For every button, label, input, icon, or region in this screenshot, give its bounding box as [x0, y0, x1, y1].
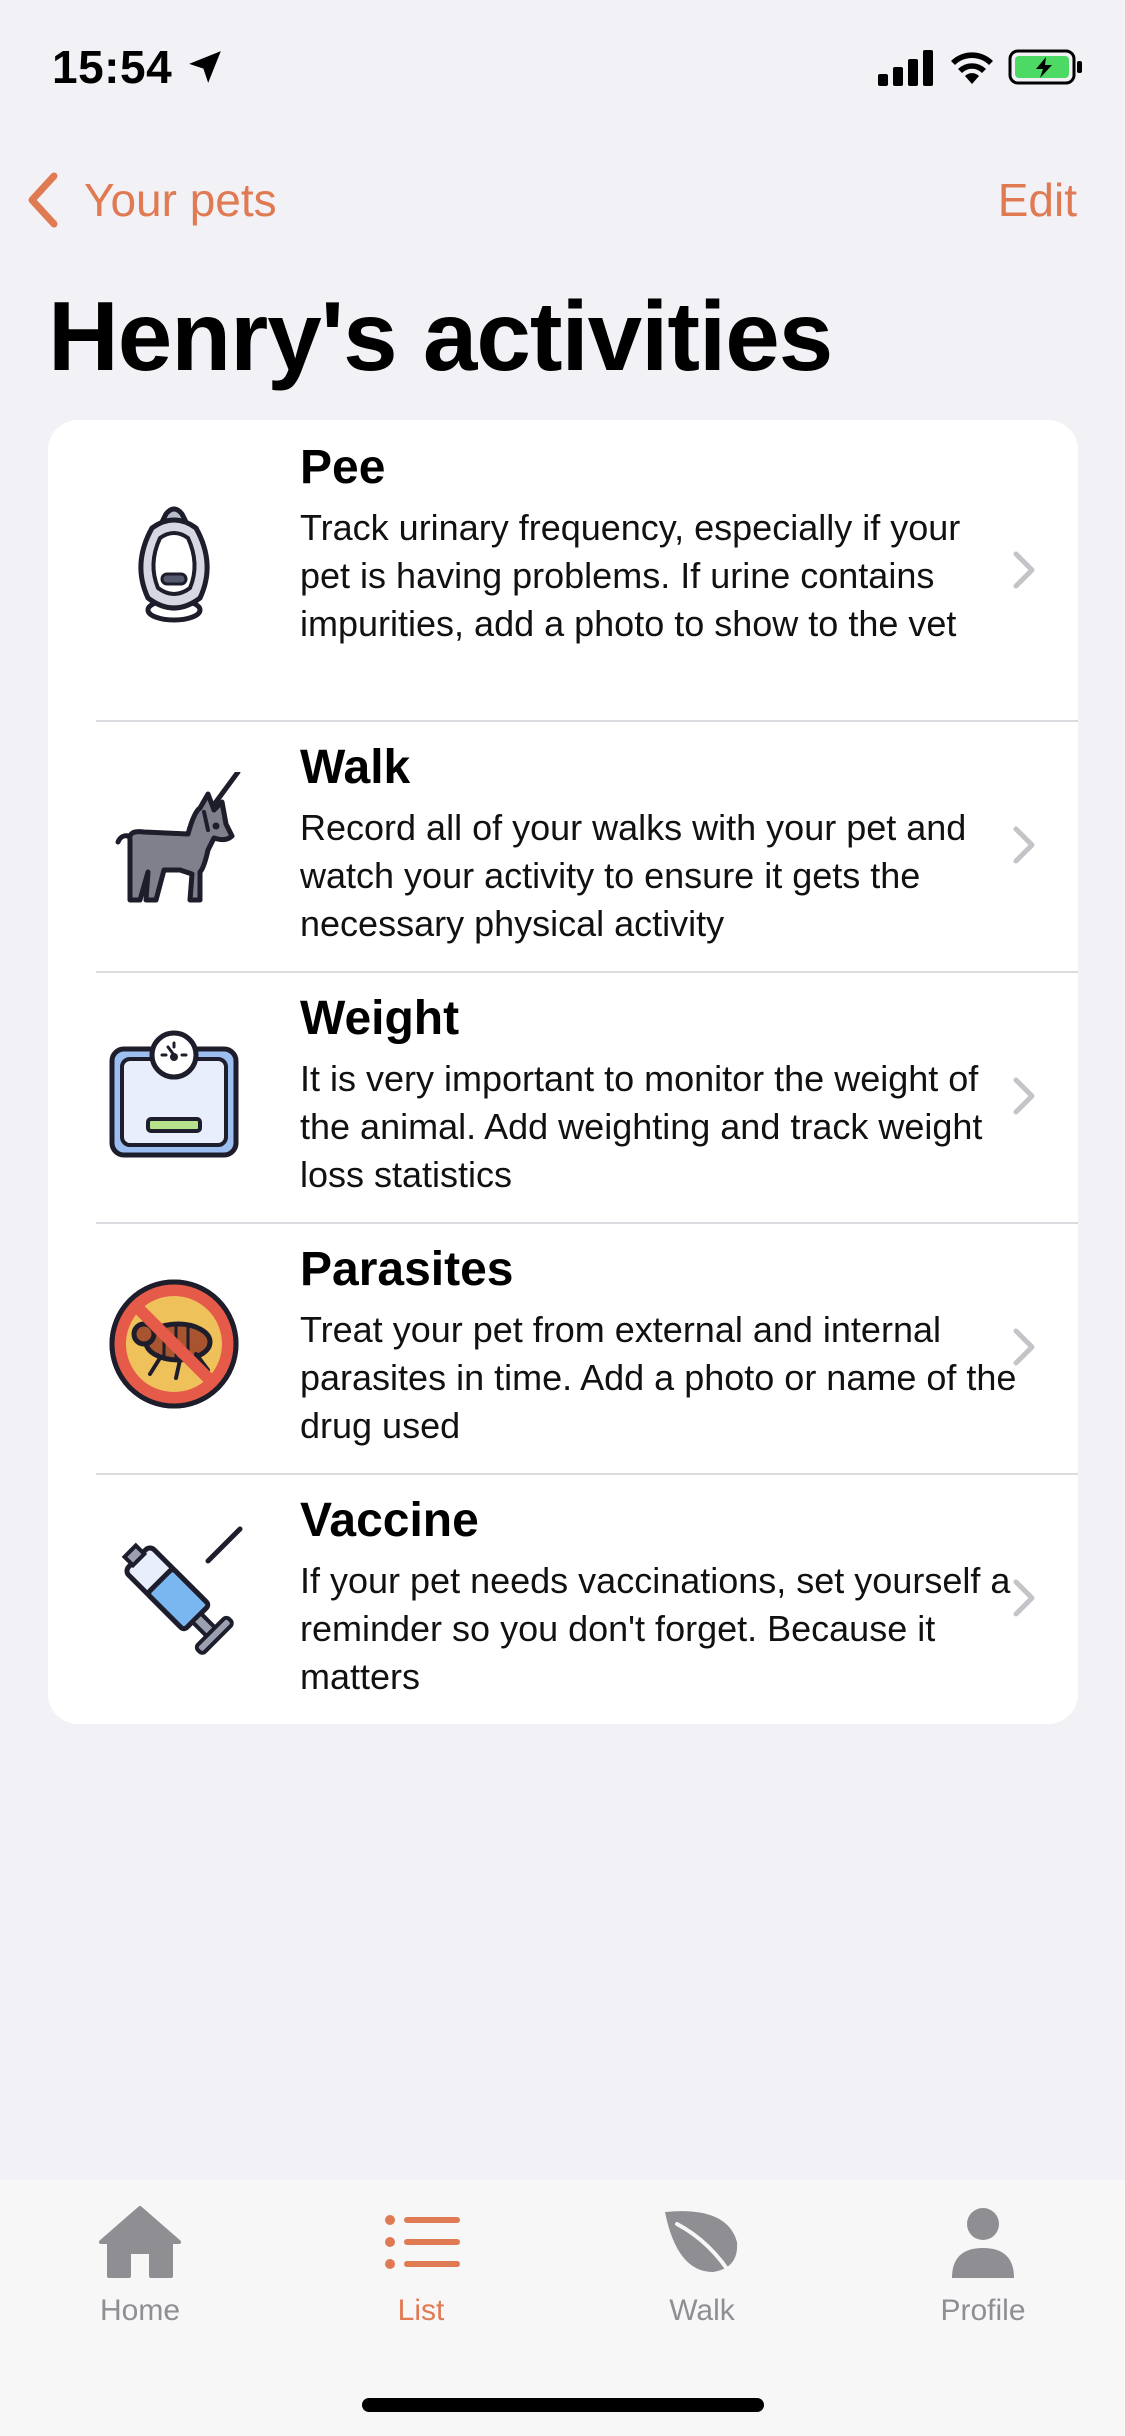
- wifi-icon: [951, 52, 993, 84]
- scale-icon: [104, 1023, 244, 1163]
- activity-row-parasites[interactable]: Parasites Treat your pet from external a…: [48, 1222, 1078, 1473]
- activity-description: It is very important to monitor the weig…: [300, 1058, 983, 1195]
- activity-title: Weight: [300, 992, 460, 1045]
- chevron-right-icon: [1013, 1579, 1035, 1617]
- activity-title: Walk: [300, 741, 411, 794]
- house-icon: [99, 2206, 181, 2278]
- activity-description: Record all of your walks with your pet a…: [300, 807, 967, 944]
- location-arrow-icon: [189, 51, 221, 83]
- activity-row-weight[interactable]: Weight It is very important to monitor t…: [48, 971, 1078, 1222]
- cellular-signal-icon: [878, 50, 933, 86]
- status-time: 15:54: [52, 41, 173, 93]
- syringe-icon: [104, 1525, 244, 1665]
- chevron-right-icon: [1013, 1077, 1035, 1115]
- chevron-right-icon: [1013, 1328, 1035, 1366]
- tab-list[interactable]: List: [331, 2202, 511, 2328]
- tab-walk[interactable]: Walk: [612, 2202, 792, 2328]
- activity-title: Pee: [300, 441, 386, 494]
- chevron-left-icon: [28, 172, 58, 228]
- back-button[interactable]: Your pets: [22, 168, 277, 232]
- tab-label: List: [397, 2294, 445, 2327]
- home-indicator[interactable]: [362, 2398, 764, 2412]
- activity-title: Vaccine: [300, 1494, 479, 1547]
- activity-text: Walk Record all of your walks with your …: [300, 720, 1020, 971]
- activity-text: Parasites Treat your pet from external a…: [300, 1222, 1020, 1473]
- battery-charging-icon: [1008, 49, 1082, 85]
- back-button-label: Your pets: [84, 174, 277, 226]
- tab-label: Home: [99, 2294, 181, 2327]
- activity-row-vaccine[interactable]: Vaccine If your pet needs vaccinations, …: [48, 1473, 1078, 1724]
- activity-description: Track urinary frequency, especially if y…: [300, 507, 961, 644]
- edit-button[interactable]: Edit: [998, 168, 1077, 232]
- activities-list: Pee Track urinary frequency, especially …: [48, 420, 1078, 1724]
- page-title: Henry's activities: [48, 281, 833, 391]
- activity-row-pee[interactable]: Pee Track urinary frequency, especially …: [48, 420, 1078, 720]
- dog-leash-icon: [104, 769, 244, 912]
- leaf-icon: [665, 2211, 738, 2280]
- chevron-right-icon: [1013, 826, 1035, 864]
- no-flea-icon: [104, 1274, 244, 1414]
- tab-home[interactable]: Home: [50, 2202, 230, 2328]
- activity-text: Pee Track urinary frequency, especially …: [300, 420, 1020, 720]
- activity-description: Treat your pet from external and interna…: [300, 1309, 1017, 1446]
- urinal-icon: [104, 492, 244, 632]
- tab-profile[interactable]: Profile: [893, 2202, 1073, 2328]
- activity-text: Weight It is very important to monitor t…: [300, 971, 1020, 1222]
- tab-label: Profile: [940, 2294, 1026, 2327]
- activities-screen: 15:54 Your pets Edit Henry's activities …: [0, 0, 1125, 2436]
- activity-text: Vaccine If your pet needs vaccinations, …: [300, 1473, 1020, 1724]
- status-bar: 15:54: [0, 0, 1125, 140]
- chevron-right-icon: [1013, 551, 1035, 589]
- list-icon: [385, 2215, 460, 2269]
- activity-row-walk[interactable]: Walk Record all of your walks with your …: [48, 720, 1078, 971]
- activity-description: If your pet needs vaccinations, set your…: [300, 1560, 1011, 1697]
- tab-label: Walk: [669, 2294, 735, 2327]
- activity-title: Parasites: [300, 1243, 514, 1296]
- person-icon: [952, 2208, 1014, 2278]
